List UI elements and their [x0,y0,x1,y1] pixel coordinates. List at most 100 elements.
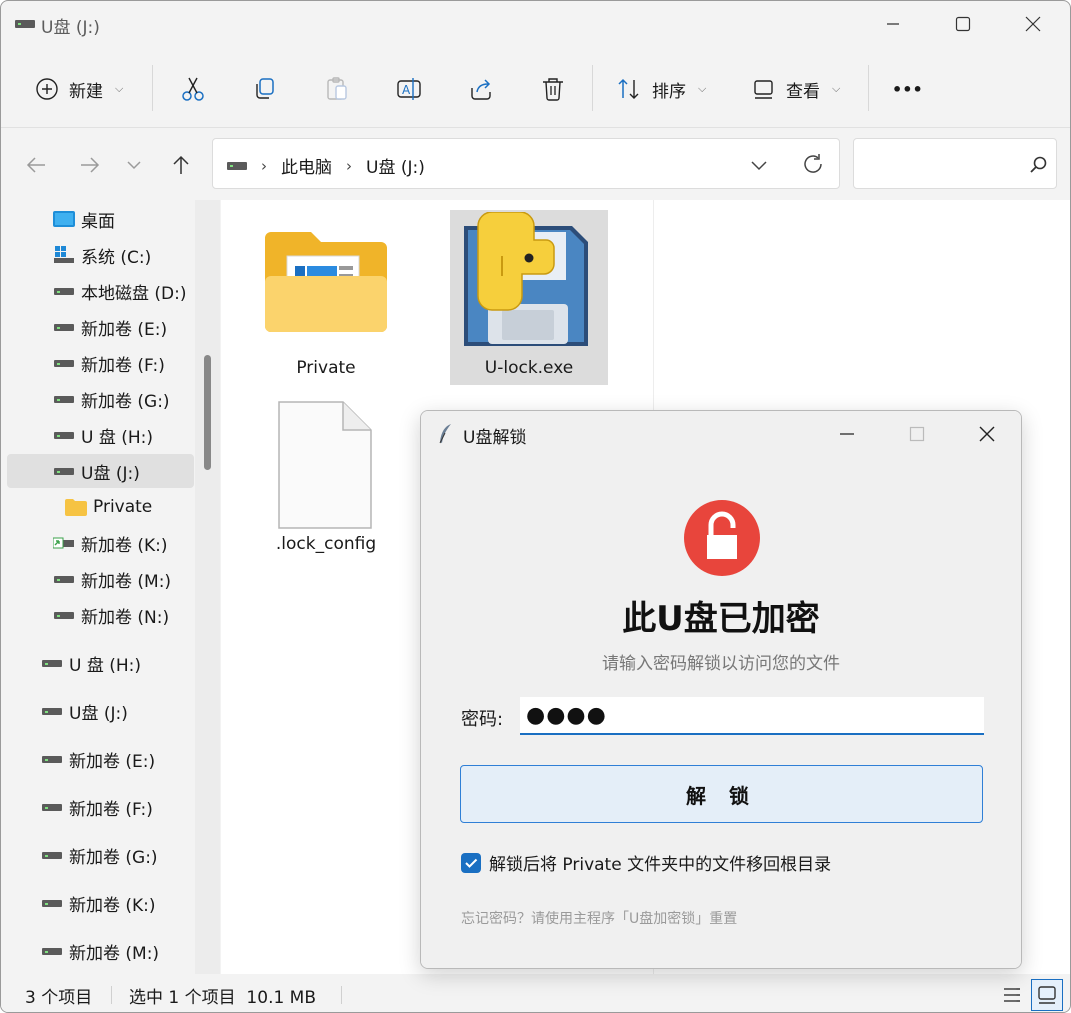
maximize-button[interactable] [928,1,998,47]
sidebar-item[interactable]: 新加卷 (K:) [41,886,156,920]
sidebar-item[interactable]: U盘 (J:) [7,454,194,488]
dialog-heading: 此U盘已加密 [622,599,820,639]
copy-button[interactable] [252,51,278,127]
sidebar-item[interactable]: 系统 (C:) [53,238,151,272]
password-field[interactable] [520,697,984,735]
chevron-right-icon: › [346,156,352,175]
title-bar: U盘 (J:) [1,1,1070,47]
sidebar-item[interactable]: 新加卷 (F:) [41,790,153,824]
sidebar-item-label: 本地磁盘 (D:) [81,283,187,304]
trash-icon [543,78,563,101]
sidebar-item-label: 新加卷 (K:) [69,895,156,916]
sidebar-item-label: Private [93,497,153,517]
share-button[interactable] [468,51,494,127]
sort-icon [618,78,639,99]
sidebar-item[interactable]: U 盘 (H:) [41,646,141,680]
toolbar-separator [592,65,593,111]
file-item-lock-config[interactable]: .lock_config [247,396,405,561]
drive-icon [41,748,63,770]
navigation-row: › 此电脑 › U盘 (J:) [1,128,1070,200]
new-button[interactable]: 新建 ⌵ [35,51,123,127]
rename-button[interactable]: A [396,51,422,127]
sidebar-item[interactable]: 桌面 [53,202,115,236]
sidebar-item[interactable]: 本地磁盘 (D:) [53,274,187,308]
checkbox[interactable] [461,852,481,873]
large-icons-view-button[interactable] [1031,979,1063,1011]
drive-icon [15,20,35,28]
sidebar-item-label: 新加卷 (E:) [81,319,168,340]
drive-icon [41,940,63,962]
sidebar-item[interactable]: 新加卷 (G:) [53,382,170,416]
up-button[interactable] [166,150,196,180]
view-button[interactable]: 查看 ⌵ [752,51,840,127]
sidebar-item[interactable]: 新加卷 (G:) [41,838,158,872]
sidebar-item[interactable]: U 盘 (H:) [53,418,153,452]
sidebar-item[interactable]: U盘 (J:) [41,694,128,728]
sidebar-item[interactable]: 新加卷 (M:) [41,934,159,968]
maximize-icon [955,16,971,32]
maximize-icon [909,426,925,442]
file-item-private[interactable]: Private [247,210,405,385]
drive-icon [41,844,63,866]
search-box[interactable] [853,138,1057,189]
cut-button[interactable] [180,51,206,127]
drive-icon [53,280,75,302]
sidebar-item-label: U盘 (J:) [81,463,140,484]
details-view-button[interactable] [999,982,1025,1008]
close-button[interactable] [998,1,1068,47]
folder-icon [265,232,387,332]
refresh-button[interactable] [801,152,825,181]
password-label: 密码: [461,709,504,730]
sidebar-item[interactable]: 新加卷 (K:) [53,526,168,560]
drive-icon [53,460,75,482]
sidebar-item-label: 桌面 [81,211,115,232]
selection-info: 选中 1 个项目 10.1 MB [129,988,317,1008]
navigation-pane: 桌面 系统 (C:) 本地磁盘 (D:) 新加卷 (E:) 新加卷 (F:) 新加卷 (G… [1,200,220,975]
delete-button[interactable] [540,51,566,127]
recent-locations-button[interactable] [119,150,149,180]
sidebar-item[interactable]: 新加卷 (F:) [53,346,165,380]
address-history-button[interactable] [749,155,769,180]
sidebar-item-label: 新加卷 (F:) [69,799,153,820]
scrollbar-thumb[interactable] [204,355,211,470]
sidebar-item[interactable]: 新加卷 (E:) [41,742,155,776]
sidebar-item[interactable]: Private [65,490,152,524]
dialog-minimize-button[interactable] [812,411,882,457]
blank-file-icon [278,401,372,529]
sidebar-item-label: U盘 (J:) [69,703,128,724]
more-options-button[interactable]: ••• [892,51,923,127]
chevron-down-icon: ⌵ [832,82,841,95]
address-bar[interactable]: › 此电脑 › U盘 (J:) [212,138,840,189]
file-item-u-lock-exe[interactable]: U-lock.exe [450,210,608,385]
dialog-body: 此U盘已加密 请输入密码解锁以访问您的文件 密码: 解 锁 解锁后将 Priva… [421,457,1021,968]
shared-drive-icon [53,532,75,554]
drive-icon [53,388,75,410]
drive-icon [41,796,63,818]
breadcrumb-this-pc[interactable]: 此电脑 [281,153,332,178]
share-icon [471,79,491,100]
search-input[interactable] [862,149,1012,179]
chevron-down-icon: ⌵ [115,82,124,95]
breadcrumb-current[interactable]: U盘 (J:) [366,153,425,178]
scissors-icon [182,77,204,101]
tiles-view-icon [1038,986,1056,1004]
copy-icon [256,78,274,99]
dialog-title-bar: U盘解锁 [421,411,1021,457]
back-button[interactable] [21,150,51,180]
forward-button[interactable] [75,150,105,180]
sidebar-scrollbar[interactable] [195,200,220,975]
svg-text:A: A [402,83,411,97]
sidebar-item[interactable]: 新加卷 (M:) [53,562,171,596]
sort-button[interactable]: 排序 ⌵ [616,51,706,127]
view-label: 查看 [786,81,820,102]
dialog-close-button[interactable] [952,411,1021,457]
paste-button[interactable] [324,51,350,127]
sidebar-item[interactable]: 新加卷 (E:) [53,310,167,344]
minimize-button[interactable] [858,1,928,47]
drive-icon [53,352,75,374]
unlock-button[interactable]: 解 锁 [460,765,983,823]
move-files-option[interactable]: 解锁后将 Private 文件夹中的文件移回根目录 [461,850,831,875]
folder-icon [65,496,87,518]
sidebar-item[interactable]: 新加卷 (N:) [53,598,169,632]
dialog-maximize-button[interactable] [882,411,952,457]
